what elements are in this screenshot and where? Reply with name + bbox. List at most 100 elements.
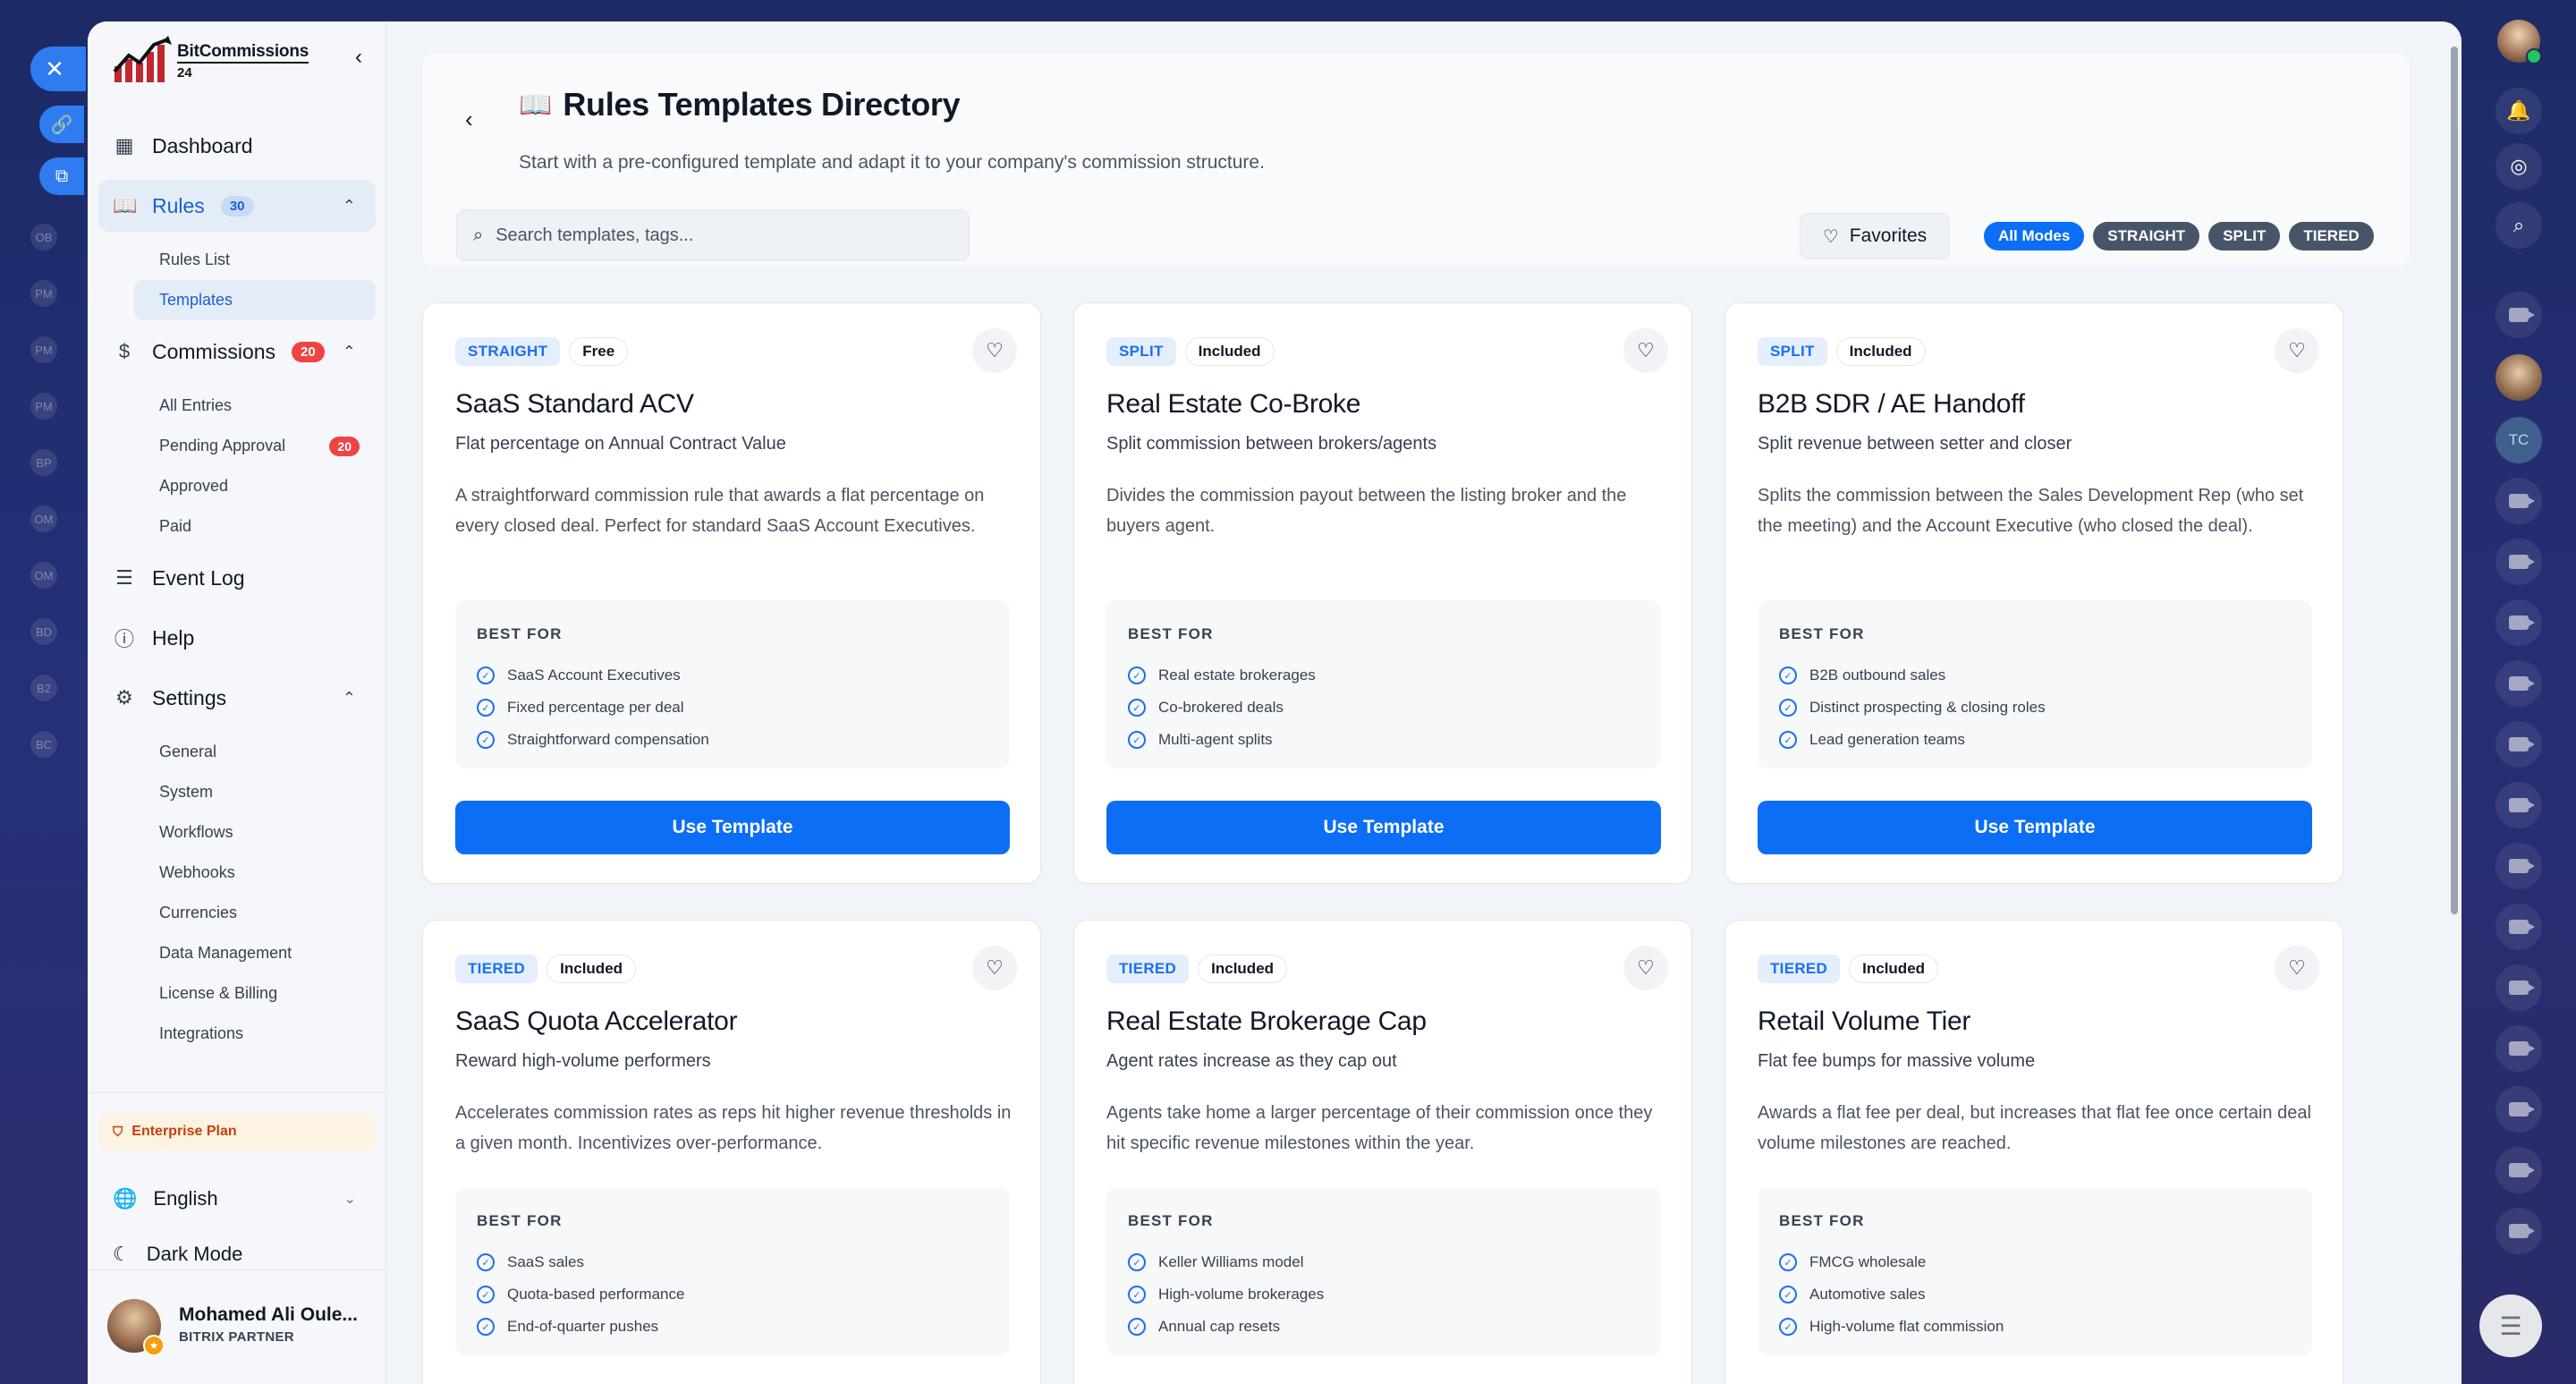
mode-filter-straight[interactable]: STRAIGHT [2093, 222, 2200, 250]
sidebar-subitem-general[interactable]: General [134, 732, 376, 772]
use-template-button[interactable]: Use Template [1758, 801, 2312, 854]
mode-filter-all[interactable]: All Modes [1984, 222, 2085, 250]
partner-badge-icon: ★ [143, 1335, 165, 1356]
collapse-sidebar-icon[interactable]: ‹ [355, 45, 362, 70]
back-arrow-icon[interactable]: ‹ [465, 106, 473, 133]
language-selector[interactable]: 🌐 English ⌄ [98, 1176, 376, 1222]
favorite-heart-icon[interactable]: ♡ [972, 946, 1017, 990]
video-call-icon[interactable] [2496, 904, 2542, 950]
best-for-text: SaaS Account Executives [507, 667, 681, 684]
sidebar-subitem-license-billing[interactable]: License & Billing [134, 973, 376, 1014]
favorite-heart-icon[interactable]: ♡ [1623, 946, 1668, 990]
card-tags: SPLIT Included [1106, 337, 1275, 366]
video-call-icon[interactable] [2496, 1086, 2542, 1133]
card-tags: TIERED Included [1758, 955, 1939, 983]
card-title: SaaS Quota Accelerator [455, 1006, 738, 1036]
price-tag: Included [1184, 337, 1275, 366]
brand-logo[interactable]: BitCommissions 24 [113, 36, 309, 86]
video-call-icon[interactable] [2496, 843, 2542, 889]
search-chat-icon[interactable]: ⌕ [2496, 202, 2542, 249]
favorite-heart-icon[interactable]: ♡ [972, 328, 1017, 373]
sidebar-subitem-templates[interactable]: Templates [134, 280, 376, 320]
best-for-text: Distinct prospecting & closing roles [1809, 699, 2046, 716]
best-for-text: High-volume flat commission [1809, 1318, 2004, 1335]
close-slider-button[interactable]: ✕ [30, 47, 86, 91]
favorite-heart-icon[interactable]: ♡ [1623, 328, 1668, 373]
plan-badge[interactable]: ⛉ Enterprise Plan [98, 1113, 376, 1151]
list-item: ✓ High-volume flat commission [1779, 1311, 2004, 1343]
use-template-button[interactable]: Use Template [1106, 801, 1661, 854]
brand-sub: 24 [177, 64, 192, 81]
card-description: Divides the commission payout between th… [1106, 486, 1627, 536]
card-tags: TIERED Included [455, 955, 637, 983]
bg-avatar: BD [30, 618, 57, 645]
copilot-icon[interactable]: ◎ [2496, 143, 2542, 190]
contact-avatar[interactable] [2496, 354, 2542, 401]
card-subtitle: Reward high-volume performers [455, 1051, 711, 1071]
current-user-avatar[interactable] [2497, 20, 2542, 64]
sidebar-subitem-workflows[interactable]: Workflows [134, 812, 376, 853]
dollar-icon: $ [118, 340, 131, 362]
sidebar-subitem-system[interactable]: System [134, 772, 376, 812]
sidebar-item-settings[interactable]: ⚙ Settings ⌃ [98, 672, 376, 724]
check-circle-icon: ✓ [477, 667, 495, 684]
mode-tag: SPLIT [1106, 337, 1176, 366]
video-call-icon[interactable] [2496, 1147, 2542, 1193]
video-call-icon[interactable] [2496, 660, 2542, 707]
dark-mode-label: Dark Mode [146, 1243, 243, 1265]
book-open-icon: 📖 [519, 89, 553, 120]
title-row: 📖 Rules Templates Directory [519, 86, 961, 123]
sidebar-item-help[interactable]: ⓘ Help [98, 612, 376, 664]
video-call-icon[interactable] [2496, 478, 2542, 524]
video-call-icon[interactable] [2496, 599, 2542, 646]
sidebar-subitem-currencies[interactable]: Currencies [134, 893, 376, 933]
sidebar-item-rules[interactable]: 📖 Rules 30 ⌃ [98, 180, 376, 232]
sidebar-item-dashboard[interactable]: ▦ Dashboard [98, 120, 376, 172]
video-call-icon[interactable] [2496, 721, 2542, 768]
sidebar-subitem-integrations[interactable]: Integrations [134, 1014, 376, 1054]
user-profile[interactable]: ★ Mohamed Ali Oule... BITRIX PARTNER [88, 1269, 386, 1384]
sidebar-subitem-data-management[interactable]: Data Management [134, 933, 376, 973]
video-call-icon[interactable] [2496, 539, 2542, 585]
video-call-icon[interactable] [2496, 964, 2542, 1011]
mode-filter-split[interactable]: SPLIT [2208, 222, 2281, 250]
sidebar-item-commissions[interactable]: $ Commissions 20 ⌃ [98, 326, 376, 378]
globe-icon: 🌐 [113, 1187, 138, 1210]
video-call-icon[interactable] [2496, 782, 2542, 828]
sidebar-item-label: Event Log [152, 565, 245, 590]
chat-menu-icon[interactable]: ☰ [2479, 1295, 2542, 1357]
bg-avatar: BC [30, 731, 57, 758]
use-template-button[interactable]: Use Template [455, 801, 1010, 854]
open-new-window-button[interactable]: ⧉ [39, 157, 84, 195]
bell-icon[interactable]: 🔔 [2496, 88, 2542, 134]
sidebar-subitem-rules-list[interactable]: Rules List [134, 240, 376, 280]
copy-link-button[interactable]: 🔗 [39, 106, 84, 143]
sidebar-subitem-pending-approval[interactable]: Pending Approval 20 [134, 426, 376, 466]
mode-filter-tiered[interactable]: TIERED [2289, 222, 2374, 250]
card-description: Awards a flat fee per deal, but increase… [1758, 1103, 2311, 1153]
favorite-heart-icon[interactable]: ♡ [2275, 328, 2319, 373]
video-call-icon[interactable] [2496, 1025, 2542, 1072]
search-input[interactable] [496, 225, 926, 246]
sidebar-subitem-webhooks[interactable]: Webhooks [134, 853, 376, 893]
favorites-button[interactable]: ♡ Favorites [1800, 213, 1950, 259]
sidebar-item-event-log[interactable]: ☰ Event Log [98, 552, 376, 604]
list-item: ✓ SaaS Account Executives [477, 659, 709, 692]
scrollbar-thumb[interactable] [2451, 47, 2458, 914]
best-for-text: Automotive sales [1809, 1286, 1926, 1303]
card-description: A straightforward commission rule that a… [455, 486, 985, 536]
contact-avatar-tc[interactable]: TC [2496, 417, 2542, 463]
language-label: English [153, 1187, 218, 1210]
sidebar-subitem-all-entries[interactable]: All Entries [134, 386, 376, 426]
video-call-icon[interactable] [2496, 1208, 2542, 1254]
sidebar-subitem-approved[interactable]: Approved [134, 466, 376, 506]
check-circle-icon: ✓ [1128, 1253, 1146, 1271]
sidebar-subitem-paid[interactable]: Paid [134, 506, 376, 547]
user-name: Mohamed Ali Oule... [179, 1304, 358, 1325]
pending-count-badge: 20 [329, 436, 360, 456]
video-call-icon[interactable] [2496, 292, 2542, 338]
best-for-text: End-of-quarter pushes [507, 1318, 659, 1335]
chevron-up-icon: ⌃ [342, 342, 356, 361]
card-tags: SPLIT Included [1758, 337, 1926, 366]
favorite-heart-icon[interactable]: ♡ [2275, 946, 2319, 990]
